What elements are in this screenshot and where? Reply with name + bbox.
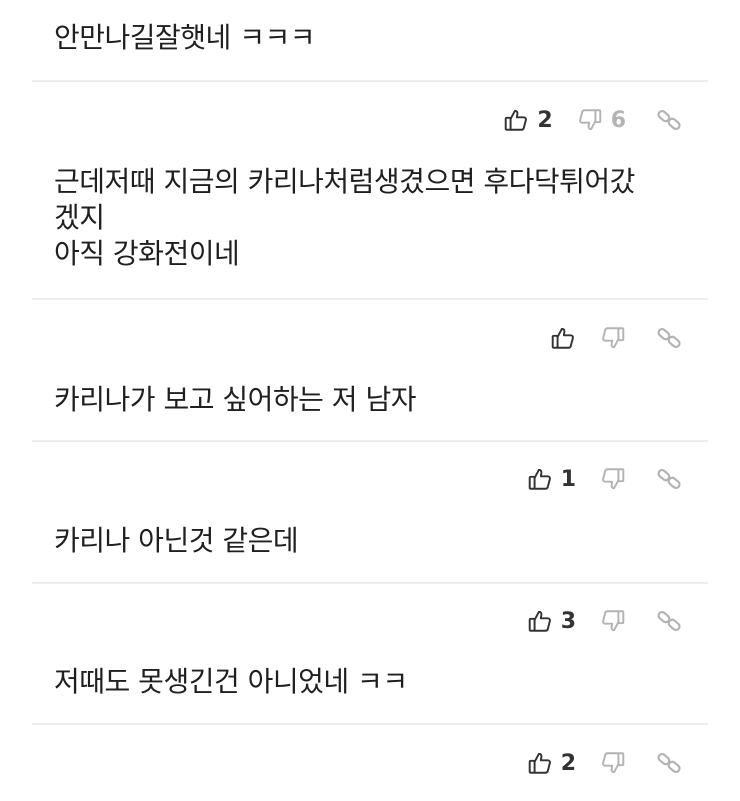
divider <box>32 582 708 584</box>
divider <box>32 723 708 725</box>
link-icon <box>656 608 682 634</box>
comment-actions: 3 <box>527 601 682 641</box>
dislike-button[interactable]: 6 <box>577 107 626 133</box>
thumbs-up-icon <box>503 107 529 133</box>
link-icon <box>656 325 682 351</box>
link-button[interactable] <box>656 107 682 133</box>
comment-actions <box>550 318 682 358</box>
dislike-button[interactable] <box>600 325 626 351</box>
like-button[interactable]: 3 <box>527 608 576 634</box>
like-button[interactable]: 1 <box>527 466 576 492</box>
like-count: 2 <box>560 750 576 776</box>
comment-text: 카리나가 보고 싶어하는 저 남자 <box>54 383 416 416</box>
comment-actions: 2 6 <box>503 100 682 140</box>
comment-text: 저때도 못생긴건 아니었네 ㅋㅋ <box>54 665 408 698</box>
link-button[interactable] <box>656 325 682 351</box>
like-button[interactable]: 2 <box>527 750 576 776</box>
thumbs-down-icon <box>600 608 626 634</box>
divider <box>32 80 708 82</box>
link-button[interactable] <box>656 466 682 492</box>
thumbs-down-icon <box>600 750 626 776</box>
thumbs-down-icon <box>600 325 626 351</box>
divider <box>32 298 708 300</box>
like-count: 3 <box>560 608 576 634</box>
comment-actions: 1 <box>527 459 682 499</box>
link-button[interactable] <box>656 608 682 634</box>
dislike-button[interactable] <box>600 608 626 634</box>
link-button[interactable] <box>656 750 682 776</box>
comment-text: 카리나 아닌것 같은데 <box>54 524 299 557</box>
like-count: 1 <box>560 466 576 492</box>
link-icon <box>656 750 682 776</box>
thumbs-up-icon <box>527 608 553 634</box>
like-button[interactable] <box>550 325 576 351</box>
link-icon <box>656 466 682 492</box>
divider <box>32 440 708 442</box>
like-button[interactable]: 2 <box>503 107 553 133</box>
link-icon <box>656 107 682 133</box>
dislike-button[interactable] <box>600 466 626 492</box>
thumbs-down-icon <box>577 107 603 133</box>
thumbs-up-icon <box>550 325 576 351</box>
like-count: 2 <box>537 107 553 133</box>
thumbs-up-icon <box>527 750 553 776</box>
comment-text: 안만나길잘햇네 ㅋㅋㅋ <box>54 21 316 54</box>
dislike-button[interactable] <box>600 750 626 776</box>
comment-actions: 2 <box>527 743 682 783</box>
thumbs-down-icon <box>600 466 626 492</box>
comment-text: 근데저때 지금의 카리나처럼생겼으면 후다닥튀어갔 겠지 아직 강화전이네 <box>54 165 635 270</box>
thumbs-up-icon <box>527 466 553 492</box>
dislike-count: 6 <box>610 107 626 133</box>
